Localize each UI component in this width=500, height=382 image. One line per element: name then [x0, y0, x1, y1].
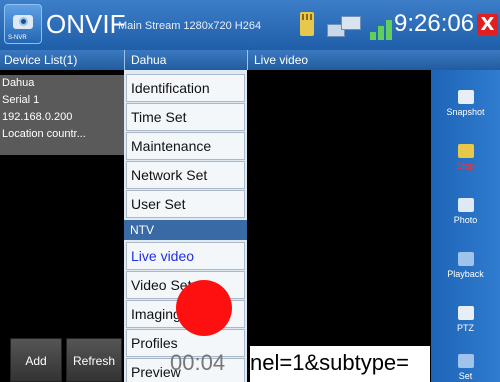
photo-button[interactable]: Photo [431, 192, 500, 244]
network-icon [327, 16, 363, 38]
set-label: Set [458, 371, 473, 381]
close-button[interactable]: X [477, 14, 498, 35]
ptz-button[interactable]: PTZ [431, 300, 500, 352]
app-logo: S-NVR [4, 4, 42, 44]
video-header: Live video [254, 53, 309, 67]
column-headers: Device List(1) Dahua Live video [0, 50, 500, 70]
logo-tag: S-NVR [8, 35, 27, 41]
video-toolbar: Snapshot Stop Photo Playback PTZ Set [431, 70, 500, 382]
menu-maintenance[interactable]: Maintenance [126, 132, 245, 160]
stop-icon [457, 144, 474, 158]
device-entry[interactable]: Dahua Serial 1 192.168.0.200 Location co… [0, 75, 124, 155]
camera-icon [457, 90, 474, 104]
device-serial: Serial 1 [2, 94, 40, 106]
stop-label: Stop [456, 161, 475, 171]
menu-live-video[interactable]: Live video [126, 242, 245, 270]
photo-icon [457, 198, 474, 212]
touch-indicator [176, 280, 232, 336]
set-button[interactable]: Set [431, 348, 500, 382]
live-video-view[interactable] [247, 70, 431, 382]
app-title: ONVIF [46, 9, 126, 39]
playback-label: Playback [447, 269, 484, 279]
photo-label: Photo [453, 215, 478, 225]
ptz-icon [457, 306, 474, 320]
signal-icon [370, 14, 392, 40]
device-list-header: Device List(1) [4, 53, 78, 67]
ptz-label: PTZ [457, 323, 474, 333]
menu-network-set[interactable]: Network Set [126, 161, 245, 189]
snapshot-button[interactable]: Snapshot [431, 84, 500, 136]
device-location: Location countr... [2, 128, 86, 140]
menu-header: Dahua [131, 53, 167, 67]
snapshot-label: Snapshot [446, 107, 485, 117]
lens-icon [19, 17, 28, 26]
title-bar: S-NVR ONVIF Main Stream 1280x720 H264 9:… [0, 0, 500, 50]
device-name: Dahua [2, 77, 35, 89]
stream-info: Main Stream 1280x720 H264 [118, 20, 262, 32]
device-menu: Identification Time Set Maintenance Netw… [124, 70, 247, 382]
device-ip: 192.168.0.200 [2, 111, 73, 123]
menu-user-set[interactable]: User Set [126, 190, 245, 218]
stream-url-overlay: nel=1&subtype= [250, 346, 430, 382]
sd-card-icon [300, 12, 314, 36]
settings-icon [457, 354, 474, 368]
device-list: Dahua Serial 1 192.168.0.200 Location co… [0, 70, 124, 382]
clock: 9:26:06 [394, 10, 475, 37]
menu-identification[interactable]: Identification [126, 74, 245, 102]
playback-icon [457, 252, 474, 266]
add-button[interactable]: Add [10, 338, 62, 382]
recording-time: 00:04 [170, 350, 226, 375]
menu-time-set[interactable]: Time Set [126, 103, 245, 131]
playback-button[interactable]: Playback [431, 246, 500, 298]
refresh-button[interactable]: Refresh [66, 338, 122, 382]
stop-button[interactable]: Stop [431, 138, 500, 190]
menu-section-ntv: NTV [124, 220, 247, 240]
